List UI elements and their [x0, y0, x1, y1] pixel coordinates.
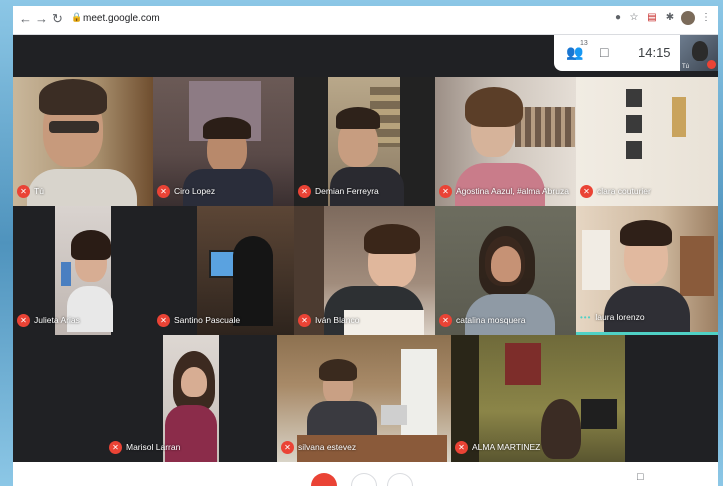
arrow-right-icon[interactable]: → — [35, 12, 48, 26]
self-label: Tú — [682, 64, 690, 70]
participant-name: Marisol Larran — [126, 442, 181, 452]
browser-window: ← → ↻ 🔒 meet.google.com ● ☆ ▤ ✱ ⋮ 👥 13 □… — [13, 6, 718, 486]
participant-tile[interactable]: ✕ Julieta Arias — [13, 206, 153, 335]
participant-name: Iván Blanco — [315, 315, 360, 325]
participants-count: 13 — [580, 40, 588, 47]
self-view-thumbnail[interactable]: Tú — [680, 35, 718, 71]
participant-name: Demian Ferreyra — [315, 186, 379, 196]
self-person — [692, 41, 708, 61]
participant-tile-active-speaker[interactable]: ••• laura lorenzo — [576, 206, 718, 335]
mic-off-icon: ✕ — [298, 313, 311, 327]
browser-toolbar: ← → ↻ 🔒 meet.google.com ● ☆ ▤ ✱ ⋮ — [13, 6, 718, 35]
chat-icon[interactable]: □ — [600, 44, 608, 60]
mic-off-icon: ✕ — [17, 313, 30, 327]
participant-tile[interactable]: ✕ ALMA MARTINEZ — [451, 335, 625, 462]
participant-name: Ciro Lopez — [174, 186, 216, 196]
mic-off-icon: ✕ — [439, 184, 452, 198]
mic-off-icon: ✕ — [157, 313, 170, 327]
meeting-info-panel: 👥 13 □ 14:15 — [554, 35, 680, 71]
meeting-controls: □ — [13, 462, 718, 486]
participant-tile[interactable]: ✕ Marisol Larran — [105, 335, 277, 462]
camera-button[interactable] — [387, 473, 413, 486]
mic-off-icon: ✕ — [439, 313, 452, 327]
participant-tile[interactable]: ✕ silvana estevez — [277, 335, 451, 462]
participant-name: ALMA MARTINEZ — [472, 442, 541, 452]
leave-call-button[interactable] — [311, 473, 337, 486]
extension-icon[interactable]: ▤ — [645, 11, 659, 25]
mic-off-icon: ✕ — [455, 440, 468, 454]
address-bar-url[interactable]: meet.google.com — [83, 13, 160, 25]
menu-icon[interactable]: ⋮ — [699, 11, 713, 25]
participant-tile[interactable]: ✕ Ciro Lopez — [153, 77, 294, 206]
microphone-button[interactable] — [351, 473, 377, 486]
participant-name: clara couturier — [597, 186, 651, 196]
participant-name: Tú — [34, 186, 44, 196]
participant-tile[interactable]: ✕ Demian Ferreyra — [294, 77, 435, 206]
profile-avatar[interactable] — [681, 11, 695, 25]
mic-off-icon: ✕ — [17, 184, 30, 198]
camera-icon[interactable]: ● — [611, 11, 625, 25]
participant-tile[interactable]: ✕ Tú — [13, 77, 153, 206]
participant-name: Agostina Aazul, #alma Abruza — [456, 186, 569, 196]
mic-off-icon: ✕ — [298, 184, 311, 198]
star-icon[interactable]: ☆ — [627, 11, 641, 25]
participant-tile[interactable]: ✕ clara couturier — [576, 77, 718, 206]
puzzle-icon[interactable]: ✱ — [663, 11, 677, 25]
mic-off-icon: ✕ — [109, 440, 122, 454]
participant-name: Santino Pascuale — [174, 315, 241, 325]
meeting-time: 14:15 — [638, 45, 671, 60]
mic-off-icon: ✕ — [157, 184, 170, 198]
participant-name: catalina mosquera — [456, 315, 526, 325]
participant-tile[interactable]: ✕ Iván Blanco — [294, 206, 435, 335]
participant-tile[interactable]: ✕ Agostina Aazul, #alma Abruza — [435, 77, 576, 206]
participant-name: silvana estevez — [298, 442, 357, 452]
participant-tile[interactable]: ✕ Santino Pascuale — [153, 206, 294, 335]
present-screen-icon[interactable]: □ — [637, 471, 644, 483]
arrow-left-icon[interactable]: ← — [19, 12, 32, 26]
self-mic-off-icon — [707, 60, 716, 69]
mic-off-icon: ✕ — [281, 440, 294, 454]
speaking-indicator-icon: ••• — [580, 312, 592, 322]
lock-icon[interactable]: 🔒 — [71, 12, 82, 23]
reload-icon[interactable]: ↻ — [52, 12, 63, 26]
participant-name: Julieta Arias — [34, 315, 80, 325]
participant-name: laura lorenzo — [595, 312, 645, 322]
participant-tile[interactable]: ✕ catalina mosquera — [435, 206, 576, 335]
mic-off-icon: ✕ — [580, 184, 593, 198]
